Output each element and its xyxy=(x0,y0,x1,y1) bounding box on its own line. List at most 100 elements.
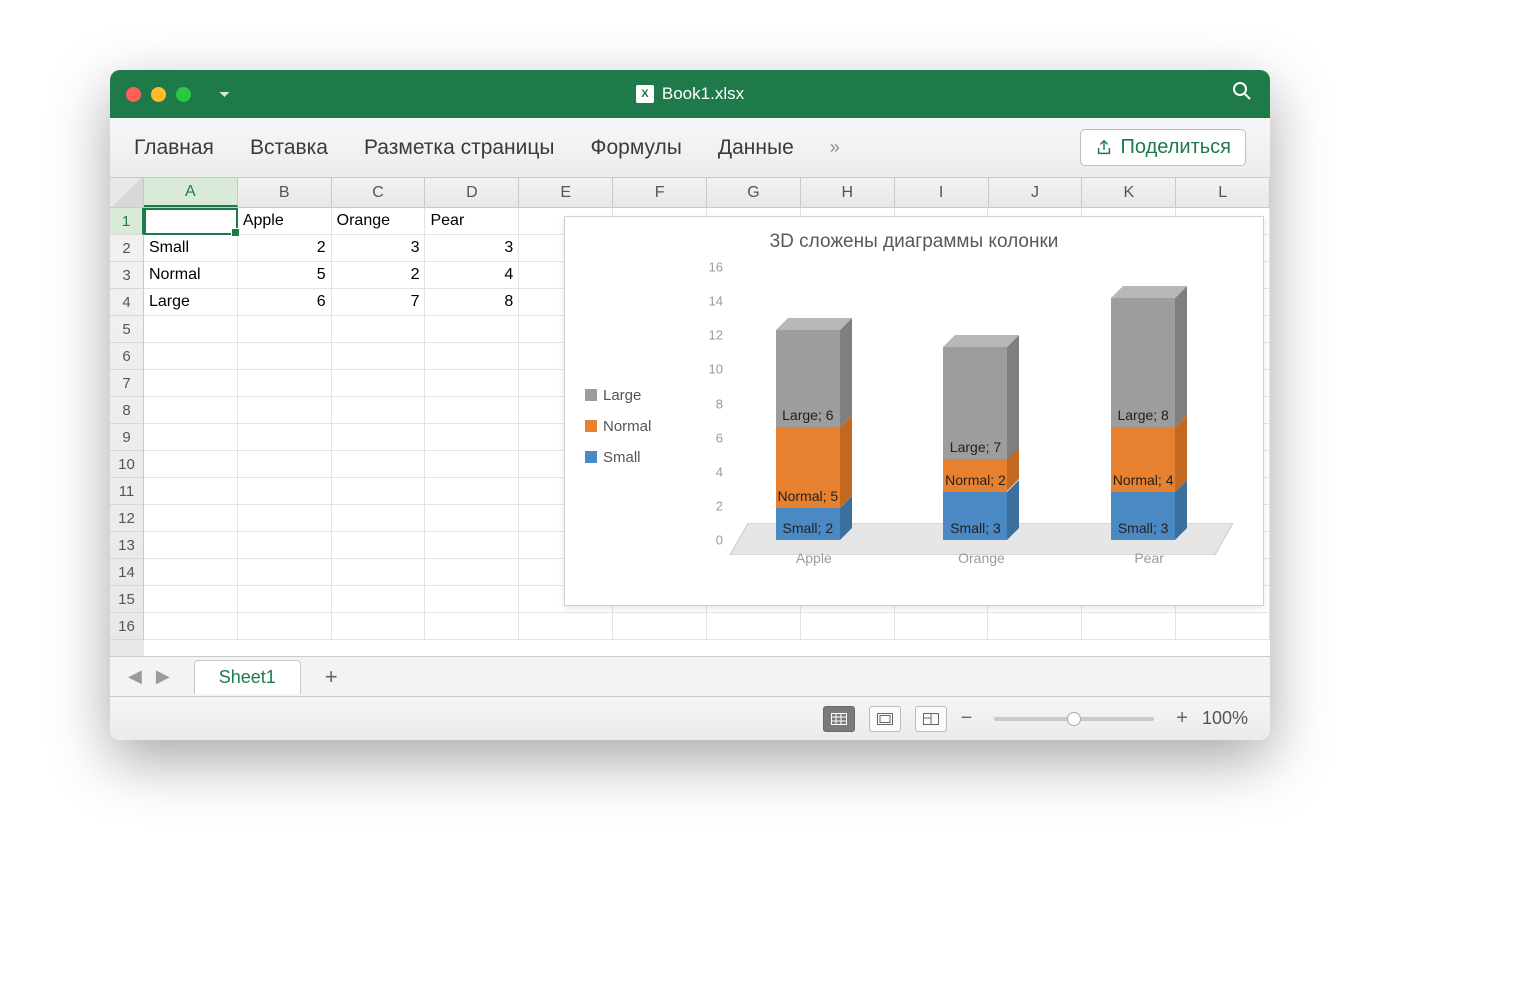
sheet-nav-next[interactable]: ▶ xyxy=(152,666,174,687)
cell-A1[interactable] xyxy=(144,208,238,235)
embedded-chart[interactable]: 3D сложены диаграммы колонки Large Norma… xyxy=(564,216,1264,606)
ribbon-tab-home[interactable]: Главная xyxy=(134,136,214,160)
row-header-4[interactable]: 4 xyxy=(110,289,144,316)
cell-B12[interactable] xyxy=(238,505,332,532)
cell-A6[interactable] xyxy=(144,343,238,370)
cell-D2[interactable]: 3 xyxy=(425,235,519,262)
cell-A10[interactable] xyxy=(144,451,238,478)
row-header-5[interactable]: 5 xyxy=(110,316,144,343)
select-all-corner[interactable] xyxy=(110,178,144,207)
cell-G16[interactable] xyxy=(707,613,801,640)
worksheet-grid[interactable]: 12345678910111213141516 AppleOrangePearS… xyxy=(110,208,1270,656)
ribbon-tab-page-layout[interactable]: Разметка страницы xyxy=(364,136,555,160)
sheet-tab-active[interactable]: Sheet1 xyxy=(194,660,301,694)
row-header-12[interactable]: 12 xyxy=(110,505,144,532)
view-page-layout-button[interactable] xyxy=(869,706,901,732)
cell-C11[interactable] xyxy=(332,478,426,505)
row-header-8[interactable]: 8 xyxy=(110,397,144,424)
cell-D14[interactable] xyxy=(425,559,519,586)
cell-D8[interactable] xyxy=(425,397,519,424)
cell-C7[interactable] xyxy=(332,370,426,397)
cell-D9[interactable] xyxy=(425,424,519,451)
cell-I16[interactable] xyxy=(895,613,989,640)
cell-D1[interactable]: Pear xyxy=(425,208,519,235)
close-window-button[interactable] xyxy=(126,87,141,102)
column-header-C[interactable]: C xyxy=(332,178,426,207)
cell-A14[interactable] xyxy=(144,559,238,586)
cell-E16[interactable] xyxy=(519,613,613,640)
cell-F16[interactable] xyxy=(613,613,707,640)
cell-B6[interactable] xyxy=(238,343,332,370)
zoom-slider-knob[interactable] xyxy=(1067,712,1081,726)
cell-D16[interactable] xyxy=(425,613,519,640)
cell-C15[interactable] xyxy=(332,586,426,613)
column-header-L[interactable]: L xyxy=(1176,178,1270,207)
cell-B3[interactable]: 5 xyxy=(238,262,332,289)
row-header-10[interactable]: 10 xyxy=(110,451,144,478)
cell-D11[interactable] xyxy=(425,478,519,505)
cell-D4[interactable]: 8 xyxy=(425,289,519,316)
column-header-J[interactable]: J xyxy=(989,178,1083,207)
cell-C5[interactable] xyxy=(332,316,426,343)
cell-C13[interactable] xyxy=(332,532,426,559)
add-sheet-button[interactable]: + xyxy=(325,664,338,690)
cell-D7[interactable] xyxy=(425,370,519,397)
row-header-13[interactable]: 13 xyxy=(110,532,144,559)
cell-B14[interactable] xyxy=(238,559,332,586)
cell-B5[interactable] xyxy=(238,316,332,343)
cell-B1[interactable]: Apple xyxy=(238,208,332,235)
cell-D15[interactable] xyxy=(425,586,519,613)
cell-C2[interactable]: 3 xyxy=(332,235,426,262)
cell-H16[interactable] xyxy=(801,613,895,640)
cell-C4[interactable]: 7 xyxy=(332,289,426,316)
zoom-in-button[interactable]: + xyxy=(1176,707,1188,730)
cell-A15[interactable] xyxy=(144,586,238,613)
ribbon-tab-data[interactable]: Данные xyxy=(718,136,794,160)
share-button[interactable]: Поделиться xyxy=(1080,129,1246,166)
view-normal-button[interactable] xyxy=(823,706,855,732)
cell-C10[interactable] xyxy=(332,451,426,478)
cell-A16[interactable] xyxy=(144,613,238,640)
cell-A12[interactable] xyxy=(144,505,238,532)
cell-D5[interactable] xyxy=(425,316,519,343)
cell-B8[interactable] xyxy=(238,397,332,424)
cell-C3[interactable]: 2 xyxy=(332,262,426,289)
cell-A13[interactable] xyxy=(144,532,238,559)
row-header-9[interactable]: 9 xyxy=(110,424,144,451)
cell-C16[interactable] xyxy=(332,613,426,640)
cell-C1[interactable]: Orange xyxy=(332,208,426,235)
ribbon-tab-insert[interactable]: Вставка xyxy=(250,136,328,160)
row-header-14[interactable]: 14 xyxy=(110,559,144,586)
cell-B10[interactable] xyxy=(238,451,332,478)
cell-D10[interactable] xyxy=(425,451,519,478)
zoom-slider[interactable] xyxy=(994,717,1154,721)
row-header-6[interactable]: 6 xyxy=(110,343,144,370)
cell-A4[interactable]: Large xyxy=(144,289,238,316)
quick-access-toolbar-icon[interactable]: ⏷ xyxy=(219,86,230,103)
cell-A3[interactable]: Normal xyxy=(144,262,238,289)
cell-D12[interactable] xyxy=(425,505,519,532)
row-header-3[interactable]: 3 xyxy=(110,262,144,289)
cell-B16[interactable] xyxy=(238,613,332,640)
row-header-2[interactable]: 2 xyxy=(110,235,144,262)
column-header-D[interactable]: D xyxy=(425,178,519,207)
cell-A11[interactable] xyxy=(144,478,238,505)
column-header-H[interactable]: H xyxy=(801,178,895,207)
cell-B2[interactable]: 2 xyxy=(238,235,332,262)
column-header-G[interactable]: G xyxy=(707,178,801,207)
cell-A9[interactable] xyxy=(144,424,238,451)
cell-C9[interactable] xyxy=(332,424,426,451)
cell-A2[interactable]: Small xyxy=(144,235,238,262)
search-icon[interactable] xyxy=(1232,81,1252,107)
view-page-break-button[interactable] xyxy=(915,706,947,732)
cell-D13[interactable] xyxy=(425,532,519,559)
cell-J16[interactable] xyxy=(988,613,1082,640)
cell-C6[interactable] xyxy=(332,343,426,370)
maximize-window-button[interactable] xyxy=(176,87,191,102)
row-header-11[interactable]: 11 xyxy=(110,478,144,505)
cell-B11[interactable] xyxy=(238,478,332,505)
column-header-E[interactable]: E xyxy=(519,178,613,207)
column-header-B[interactable]: B xyxy=(238,178,332,207)
column-header-A[interactable]: A xyxy=(144,178,238,207)
row-header-15[interactable]: 15 xyxy=(110,586,144,613)
